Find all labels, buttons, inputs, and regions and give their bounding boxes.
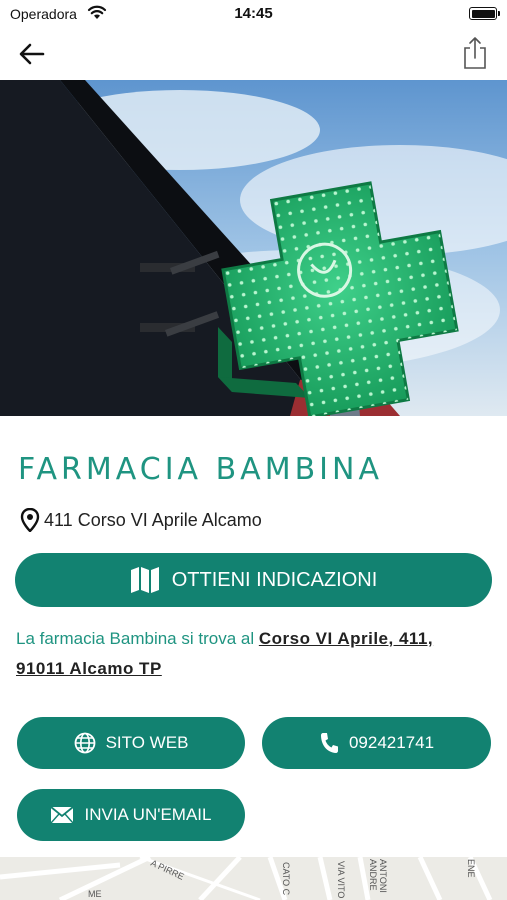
- map-label: ANDRE: [368, 859, 378, 891]
- description: La farmacia Bambina si trova al Corso VI…: [16, 624, 486, 684]
- location-pin-icon: [20, 508, 40, 532]
- send-email-button[interactable]: INVIA UN'EMAIL: [17, 789, 245, 841]
- website-label: SITO WEB: [105, 733, 189, 752]
- pharmacy-name: FARMACIA BAMBINA: [18, 452, 383, 487]
- call-button[interactable]: 092421741: [262, 717, 491, 769]
- map-tiles: A PIRRE CATO C VIA VITO ANDRE ANTONI ENE…: [0, 857, 507, 900]
- pharmacy-photo: [0, 80, 507, 416]
- map-label: ME: [88, 889, 102, 899]
- map-preview[interactable]: A PIRRE CATO C VIA VITO ANDRE ANTONI ENE…: [0, 857, 507, 900]
- map-icon: [130, 567, 159, 593]
- website-button[interactable]: SITO WEB: [17, 717, 245, 769]
- address-row: 411 Corso VI Aprile Alcamo: [20, 508, 262, 532]
- get-directions-button[interactable]: OTTIENI INDICAZIONI: [15, 553, 492, 607]
- send-email-label: INVIA UN'EMAIL: [84, 805, 212, 824]
- battery-icon: [469, 7, 500, 20]
- nav-bar: [0, 28, 507, 80]
- map-label: VIA VITO: [336, 861, 346, 898]
- share-icon[interactable]: [461, 36, 489, 70]
- map-label: ANTONI: [378, 859, 388, 893]
- pharmacy-sign-image: [0, 80, 507, 416]
- status-bar: Operadora 14:45: [0, 0, 507, 28]
- globe-icon: [74, 732, 95, 754]
- description-text: La farmacia Bambina si trova al: [16, 629, 259, 648]
- clock: 14:45: [234, 5, 273, 22]
- map-label: ENE: [466, 859, 476, 878]
- phone-icon: [320, 733, 338, 753]
- map-label: CATO C: [281, 862, 291, 896]
- address-text: 411 Corso VI Aprile Alcamo: [44, 509, 262, 530]
- envelope-icon: [50, 806, 75, 824]
- phone-number: 092421741: [348, 733, 435, 752]
- get-directions-label: OTTIENI INDICAZIONI: [171, 568, 378, 591]
- back-arrow-icon[interactable]: [16, 38, 48, 70]
